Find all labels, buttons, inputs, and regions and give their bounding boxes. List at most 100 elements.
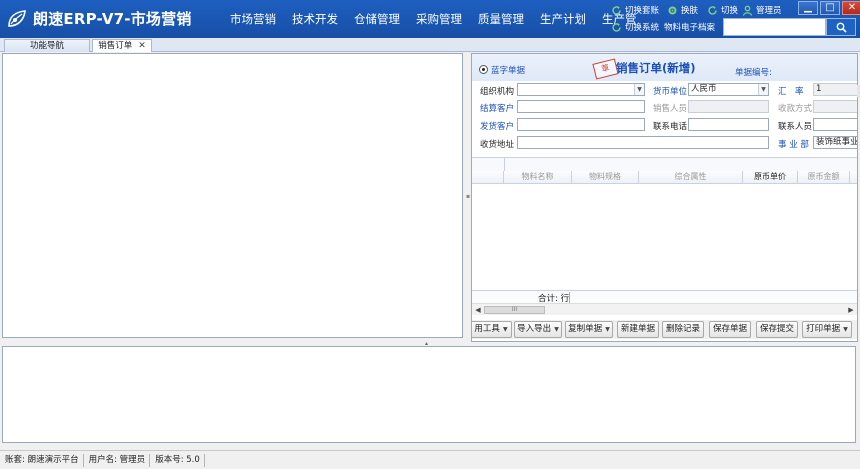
scroll-right-icon[interactable]: ▶ <box>846 305 856 315</box>
import-export-button[interactable]: 导入导出 ▼ <box>514 321 562 338</box>
contact-phone-field[interactable] <box>688 118 769 131</box>
address-label: 收货地址 <box>480 140 515 150</box>
status-account: 账套: 朗速演示平台 <box>0 453 84 467</box>
import-export-label: 导入导出 <box>517 324 552 334</box>
grid-body[interactable] <box>472 184 857 287</box>
refresh-icon <box>612 5 621 15</box>
user-icon <box>742 5 753 16</box>
new-doc-label: 新建单据 <box>620 324 655 334</box>
horizontal-scrollbar[interactable]: ◀ III ▶ <box>472 303 857 315</box>
save-submit-button[interactable]: 保存提交 <box>756 321 798 338</box>
tab-function-nav-label: 功能导航 <box>29 41 64 51</box>
grid-header-cell[interactable]: 物料名称 <box>504 171 572 183</box>
chevron-down-icon: ▼ <box>634 84 644 95</box>
status-version-value: 5.0 <box>186 454 200 465</box>
menu-quality[interactable]: 质量管理 <box>470 0 532 38</box>
print-doc-label: 打印单据 <box>806 324 841 334</box>
print-doc-button[interactable]: 打印单据 ▼ <box>802 321 852 338</box>
chevron-down-icon: ▼ <box>554 326 559 333</box>
tools-menu-label: 用工具 <box>474 324 500 334</box>
menu-production-plan[interactable]: 生产计划 <box>532 0 594 38</box>
search-input[interactable] <box>723 18 826 36</box>
scroll-thumb[interactable]: III <box>484 306 545 314</box>
scroll-left-icon[interactable]: ◀ <box>473 305 483 315</box>
status-user: 用户名: 管理员 <box>84 453 151 467</box>
status-user-value: 管理员 <box>119 454 146 465</box>
salesperson-field[interactable] <box>688 100 769 113</box>
menu-marketing[interactable]: 市场营销 <box>222 0 284 38</box>
grid-header-cell[interactable]: 原币单价 <box>743 171 798 183</box>
copy-doc-button[interactable]: 复制单据 ▼ <box>565 321 613 338</box>
contact-person-field[interactable] <box>813 118 857 131</box>
menu-purchase[interactable]: 采购管理 <box>408 0 470 38</box>
switch-label: 切换 <box>721 6 739 16</box>
currency-select[interactable]: 人民币 ▼ <box>688 83 769 96</box>
window-controls: ▁ □ ✕ <box>798 1 860 15</box>
refresh-icon <box>708 5 717 15</box>
salesperson-label: 销售人员 <box>653 104 688 114</box>
vertical-splitter[interactable]: ▪ <box>465 53 470 341</box>
switch-system-link[interactable]: 切换系统 <box>611 21 659 33</box>
tab-close-icon[interactable]: ✕ <box>138 41 146 51</box>
rate-label: 汇 率 <box>778 87 804 97</box>
draft-stamp: 草 <box>592 58 619 80</box>
delete-record-button[interactable]: 删除记录 <box>662 321 704 338</box>
delete-record-label: 删除记录 <box>665 324 700 334</box>
tab-sales-order[interactable]: 销售订单 ✕ <box>92 39 152 52</box>
refresh-icon <box>612 22 621 32</box>
ship-customer-label: 发货客户 <box>480 122 515 132</box>
ship-customer-field[interactable] <box>517 118 645 131</box>
tab-function-nav[interactable]: 功能导航 <box>4 39 90 52</box>
tools-menu-button[interactable]: 用工具 ▼ <box>472 321 512 338</box>
division-value: 装饰纸事业 <box>816 137 858 147</box>
bottom-panel <box>2 346 856 443</box>
switch-set-label: 切换套账 <box>625 6 660 16</box>
payment-method-field[interactable] <box>813 100 857 113</box>
close-button[interactable]: ✕ <box>842 1 860 15</box>
material-archive-link[interactable]: 物料电子档案 <box>664 21 715 33</box>
form-header: 蓝字单据 草 销售订单(新增) 单据编号: <box>472 54 857 81</box>
chevron-down-icon: ▼ <box>758 84 768 95</box>
division-field[interactable]: 装饰纸事业 <box>813 136 858 149</box>
switch-system-label: 切换系统 <box>625 23 660 33</box>
switch-link[interactable]: 切换 <box>707 4 738 16</box>
grid-header-index <box>472 171 504 183</box>
status-version-label: 版本号: <box>155 454 184 465</box>
grid-header-cell[interactable]: 综合属性 <box>639 171 743 183</box>
grid-header: 物料名称 物料规格 综合属性 原币单价 原币金额 <box>472 171 857 184</box>
skin-label: 换肤 <box>681 6 699 16</box>
org-label: 组织机构 <box>480 87 515 97</box>
menu-warehouse[interactable]: 仓储管理 <box>346 0 408 38</box>
search-icon <box>836 22 847 33</box>
currency-label: 货币单位 <box>653 87 688 97</box>
title-bar: 朗速ERP-V7-市场营销 市场营销 技术开发 仓储管理 采购管理 质量管理 生… <box>0 0 860 38</box>
grid-header-cell[interactable]: 物料规格 <box>572 171 639 183</box>
save-doc-button[interactable]: 保存单据 <box>709 321 751 338</box>
menu-tech-dev[interactable]: 技术开发 <box>284 0 346 38</box>
save-submit-label: 保存提交 <box>759 324 794 334</box>
status-user-label: 用户名: <box>88 454 117 465</box>
chevron-down-icon: ▼ <box>502 326 508 333</box>
new-doc-button[interactable]: 新建单据 <box>617 321 659 338</box>
switch-set-link[interactable]: 切换套账 <box>611 4 659 16</box>
splitter-grip-icon: ▪ <box>466 193 471 200</box>
settle-customer-label: 结算客户 <box>480 104 515 114</box>
rate-field[interactable]: 1 <box>813 83 857 96</box>
blue-doc-radio[interactable] <box>479 65 488 74</box>
tab-sales-order-label: 销售订单 <box>98 41 133 51</box>
blue-doc-radio-label: 蓝字单据 <box>491 66 526 76</box>
maximize-button[interactable]: □ <box>820 1 840 15</box>
admin-link[interactable]: 管理员 <box>742 4 782 16</box>
material-archive-label: 物料电子档案 <box>664 23 716 33</box>
copy-doc-label: 复制单据 <box>568 324 603 334</box>
settle-customer-field[interactable] <box>517 100 645 113</box>
org-select[interactable]: ▼ <box>517 83 645 96</box>
search-button[interactable] <box>826 18 856 36</box>
grid-header-cell[interactable]: 原币金额 <box>798 171 850 183</box>
currency-value: 人民币 <box>691 84 717 94</box>
minimize-button[interactable]: ▁ <box>798 1 818 15</box>
erp-window: 朗速ERP-V7-市场营销 市场营销 技术开发 仓储管理 采购管理 质量管理 生… <box>0 0 860 469</box>
doc-number-label: 单据编号: <box>735 68 772 78</box>
skin-link[interactable]: 换肤 <box>667 4 698 16</box>
address-field[interactable] <box>517 136 769 149</box>
